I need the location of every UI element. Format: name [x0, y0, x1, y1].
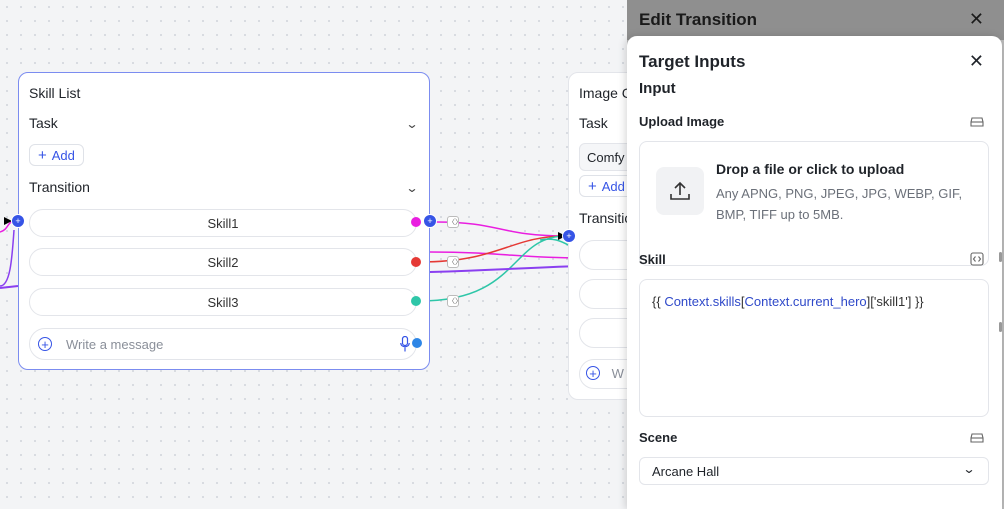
- transition-label: Transitio: [579, 210, 633, 226]
- edit-transition-header: Edit Transition ✕: [627, 0, 1004, 40]
- code-token: ]['skill1'] }}: [866, 294, 924, 309]
- input-port[interactable]: +: [562, 229, 576, 243]
- skill-label: Skill1: [207, 215, 239, 231]
- panel-title: Target Inputs: [639, 52, 746, 71]
- add-circle-icon[interactable]: +: [38, 337, 52, 351]
- panel-subtitle: Input: [639, 80, 676, 97]
- skill1-port[interactable]: [411, 217, 421, 227]
- node-title: Skill List: [29, 85, 81, 101]
- output-port[interactable]: +: [423, 214, 437, 228]
- code-variable: Context.skills: [664, 294, 741, 309]
- input-port[interactable]: +: [11, 214, 25, 228]
- scene-value: Arcane Hall: [652, 464, 720, 479]
- transition-label: Transition: [29, 179, 90, 195]
- close-icon[interactable]: ✕: [969, 51, 984, 72]
- skill-label: Skill2: [207, 254, 239, 270]
- add-label: Add: [601, 178, 625, 194]
- chevron-down-icon[interactable]: ⌄: [405, 117, 418, 131]
- add-label: Add: [51, 147, 75, 163]
- scene-select[interactable]: Arcane Hall ⌄: [639, 457, 989, 485]
- message-port[interactable]: [412, 338, 422, 348]
- close-icon[interactable]: ✕: [969, 9, 984, 30]
- scene-label: Scene: [639, 430, 678, 445]
- workflow-canvas[interactable]: Skill List Task ⌄ + Add Transition ⌄ Ski…: [0, 0, 1004, 509]
- edge-left-purple-2: [0, 285, 19, 289]
- scrollbar-thumb[interactable]: [999, 322, 1002, 332]
- target-inputs-panel: Target Inputs ✕ Input Upload Image Drop …: [627, 36, 1002, 509]
- upload-description: Any APNG, PNG, JPEG, JPG, WEBP, GIF, BMP…: [716, 186, 963, 222]
- message-placeholder: W: [611, 366, 624, 381]
- skill3-port[interactable]: [411, 296, 421, 306]
- edge-left-magenta: [0, 221, 13, 233]
- add-circle-icon[interactable]: +: [586, 366, 600, 380]
- add-task-button[interactable]: + Add: [29, 144, 84, 166]
- edge-skill2: [419, 235, 567, 263]
- plus-icon: +: [38, 146, 47, 164]
- task-label: Task: [579, 115, 608, 131]
- skill-row-1[interactable]: Skill1: [29, 209, 417, 237]
- chevron-down-icon: ⌄: [962, 462, 976, 476]
- chevron-down-icon[interactable]: ⌄: [405, 181, 418, 195]
- storage-icon[interactable]: [970, 114, 984, 128]
- upload-image-label: Upload Image: [639, 114, 725, 129]
- scrollbar-thumb[interactable]: [999, 252, 1002, 262]
- code-variable: Context.current_hero: [744, 294, 867, 309]
- code-token: {{: [652, 294, 661, 309]
- edge-chip-icon[interactable]: 〈〉: [447, 295, 462, 307]
- skill-row-2[interactable]: Skill2: [29, 248, 417, 276]
- skill2-port[interactable]: [411, 257, 421, 267]
- skill-expression-editor[interactable]: {{ Context.skills[Context.current_hero][…: [639, 279, 989, 417]
- edge-chip-icon[interactable]: 〈〉: [447, 216, 462, 228]
- task-label: Task: [29, 115, 58, 131]
- upload-title: Drop a file or click to upload: [716, 161, 905, 177]
- storage-icon[interactable]: [970, 430, 984, 444]
- message-input[interactable]: + Write a message: [29, 328, 417, 360]
- upload-icon: [656, 167, 704, 215]
- message-placeholder: Write a message: [66, 336, 164, 352]
- edge-left-purple: [0, 229, 15, 287]
- microphone-icon[interactable]: [400, 336, 410, 352]
- upload-dropzone[interactable]: Drop a file or click to upload Any APNG,…: [639, 141, 989, 266]
- edge-skill3: [419, 235, 567, 302]
- node-title: Image C: [579, 85, 632, 101]
- skill-list-node[interactable]: Skill List Task ⌄ + Add Transition ⌄ Ski…: [18, 72, 430, 370]
- skill-label: Skill3: [207, 294, 239, 310]
- skill-label: Skill: [639, 252, 666, 267]
- plus-icon: +: [588, 177, 597, 195]
- code-icon[interactable]: [970, 252, 984, 266]
- skill-row-3[interactable]: Skill3: [29, 288, 417, 316]
- add-task-button[interactable]: + Add: [579, 175, 634, 197]
- edge-chip-icon[interactable]: 〈〉: [447, 256, 462, 268]
- header-title: Edit Transition: [639, 10, 758, 29]
